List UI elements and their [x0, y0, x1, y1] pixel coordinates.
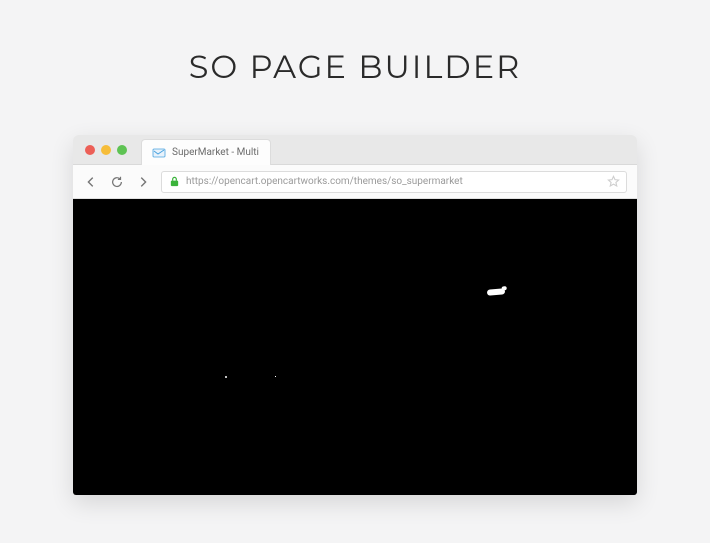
window-maximize-button[interactable]	[117, 145, 127, 155]
tab-favicon-icon	[152, 146, 166, 160]
window-close-button[interactable]	[85, 145, 95, 155]
forward-icon[interactable]	[135, 174, 151, 190]
content-fragment	[275, 376, 276, 377]
back-icon[interactable]	[83, 174, 99, 190]
browser-window: SuperMarket - Multi	[73, 135, 637, 495]
tab-title: SuperMarket - Multi	[172, 147, 259, 158]
browser-tabbar: SuperMarket - Multi	[73, 135, 637, 165]
traffic-lights	[85, 145, 127, 155]
content-fragment	[487, 288, 505, 296]
page-viewport	[73, 199, 637, 495]
reload-icon[interactable]	[109, 174, 125, 190]
browser-tab[interactable]: SuperMarket - Multi	[141, 139, 271, 165]
page-title: SO PAGE BUILDER	[0, 0, 710, 87]
address-bar[interactable]: https://opencart.opencartworks.com/theme…	[161, 171, 627, 193]
lock-icon	[168, 176, 180, 188]
bookmark-star-icon[interactable]	[606, 175, 620, 189]
window-minimize-button[interactable]	[101, 145, 111, 155]
content-fragment	[225, 376, 227, 378]
browser-toolbar: https://opencart.opencartworks.com/theme…	[73, 165, 637, 199]
url-text: https://opencart.opencartworks.com/theme…	[186, 176, 463, 187]
